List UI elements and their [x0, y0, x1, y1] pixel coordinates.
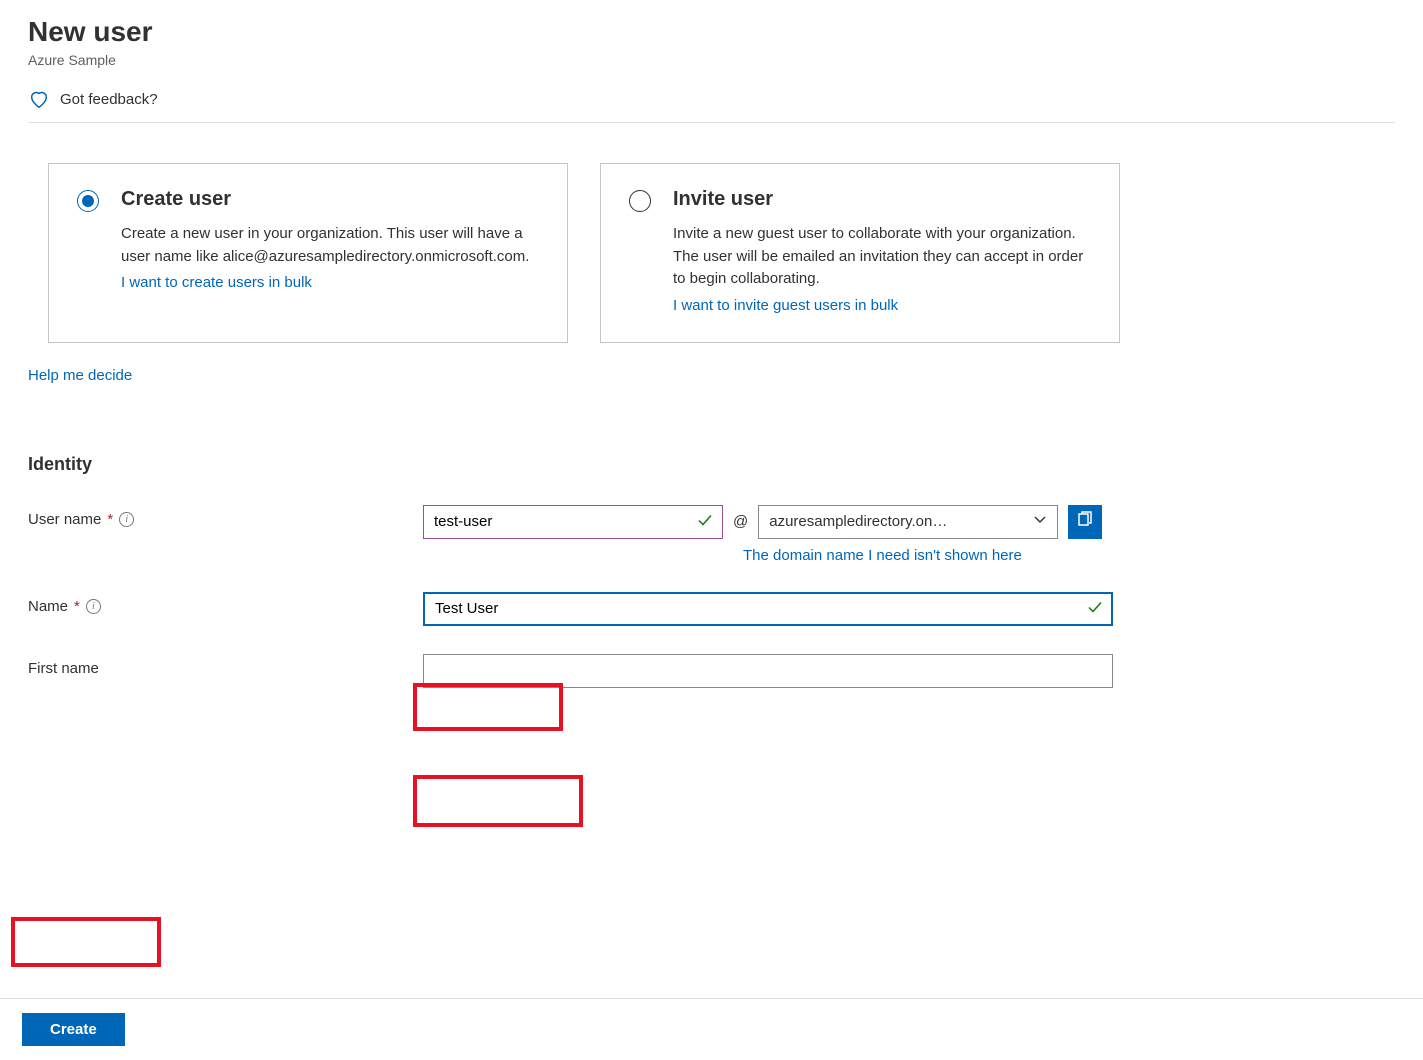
required-marker: * [107, 511, 113, 528]
heart-icon [28, 88, 50, 110]
identity-heading: Identity [28, 454, 1395, 475]
invite-user-title: Invite user [673, 188, 1091, 211]
invite-user-card[interactable]: Invite user Invite a new guest user to c… [600, 163, 1120, 343]
invite-bulk-link[interactable]: I want to invite guest users in bulk [673, 297, 898, 314]
check-icon [697, 512, 713, 531]
at-symbol: @ [733, 513, 748, 530]
feedback-label: Got feedback? [60, 91, 158, 108]
firstname-label: First name [28, 660, 99, 677]
create-user-radio[interactable] [77, 190, 99, 212]
username-label: User name [28, 511, 101, 528]
footer-bar: Create [0, 998, 1423, 1060]
chevron-down-icon [1033, 513, 1047, 531]
feedback-button[interactable]: Got feedback? [28, 88, 1395, 123]
copy-icon [1076, 511, 1094, 532]
page-subtitle: Azure Sample [28, 52, 1395, 68]
username-input[interactable] [423, 505, 723, 539]
name-label: Name [28, 598, 68, 615]
invite-user-radio[interactable] [629, 190, 651, 212]
highlight-box [11, 917, 161, 967]
create-button[interactable]: Create [22, 1013, 125, 1046]
required-marker: * [74, 598, 80, 615]
check-icon [1087, 599, 1103, 618]
create-user-card[interactable]: Create user Create a new user in your or… [48, 163, 568, 343]
domain-value: azuresampledirectory.on… [769, 513, 947, 530]
create-user-desc: Create a new user in your organization. … [121, 223, 539, 268]
invite-user-desc: Invite a new guest user to collaborate w… [673, 223, 1091, 291]
page-title: New user [28, 16, 1395, 48]
help-decide-link[interactable]: Help me decide [28, 367, 132, 384]
copy-button[interactable] [1068, 505, 1102, 539]
create-bulk-link[interactable]: I want to create users in bulk [121, 274, 312, 291]
name-input[interactable] [423, 592, 1113, 626]
domain-select[interactable]: azuresampledirectory.on… [758, 505, 1058, 539]
firstname-input[interactable] [423, 654, 1113, 688]
highlight-box [413, 683, 563, 731]
highlight-box [413, 775, 583, 827]
info-icon[interactable]: i [119, 512, 134, 527]
domain-help-link[interactable]: The domain name I need isn't shown here [743, 547, 1022, 564]
info-icon[interactable]: i [86, 599, 101, 614]
create-user-title: Create user [121, 188, 539, 211]
